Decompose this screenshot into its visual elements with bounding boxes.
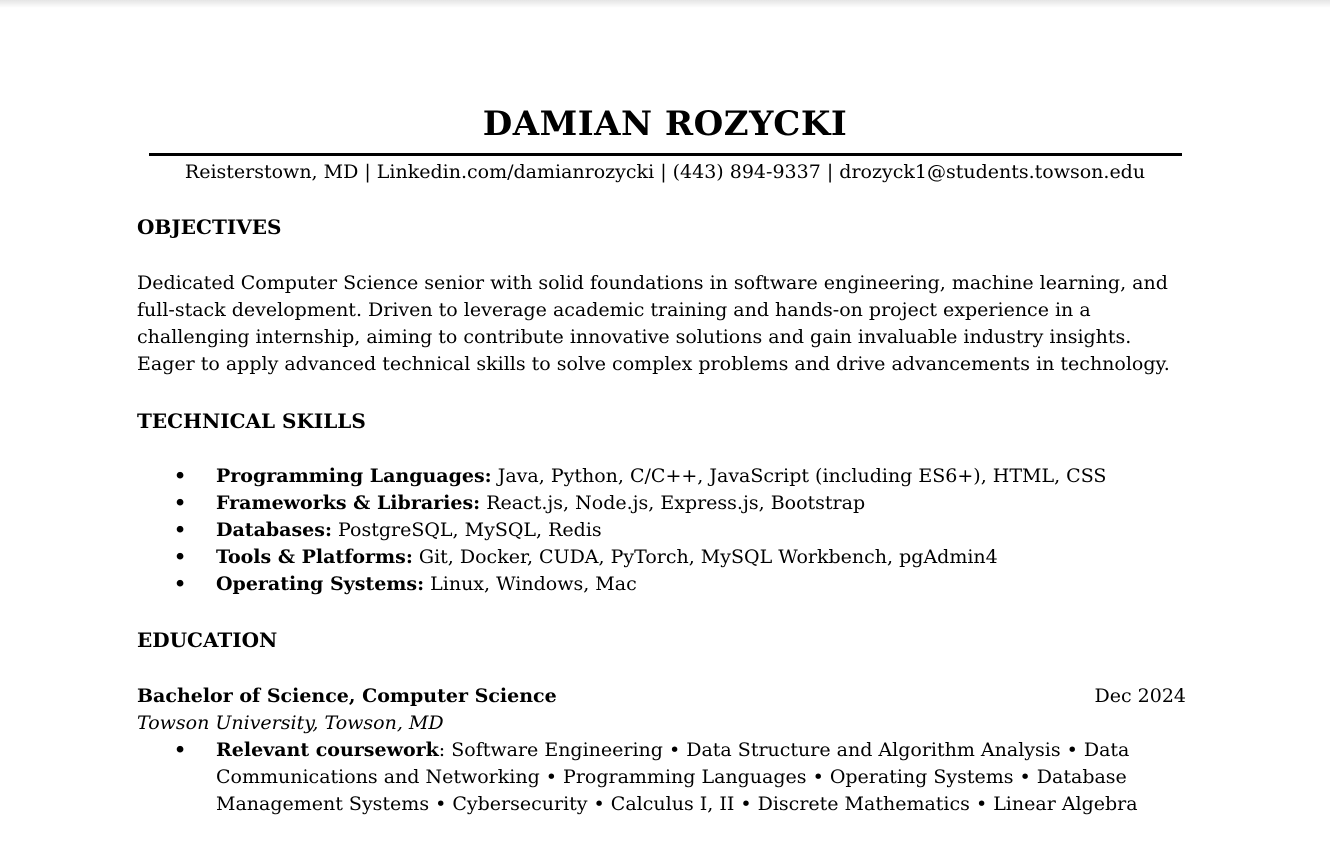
skill-item: • Tools & Platforms: Git, Docker, CUDA, P… bbox=[137, 544, 1106, 571]
graduation-date: Dec 2024 bbox=[1094, 685, 1186, 707]
bullet-icon: • bbox=[174, 465, 187, 487]
header-rule bbox=[149, 153, 1182, 156]
objectives-line: Eager to apply advanced technical skills… bbox=[137, 353, 1170, 375]
skill-value: React.js, Node.js, Express.js, Bootstrap bbox=[480, 492, 866, 514]
coursework-line: Management Systems • Cybersecurity • Cal… bbox=[216, 793, 1138, 815]
objectives-line: Dedicated Computer Science senior with s… bbox=[137, 272, 1168, 294]
skill-value: Java, Python, C/C++, JavaScript (includi… bbox=[491, 465, 1107, 487]
bullet-icon: • bbox=[174, 573, 187, 595]
bullet-icon: • bbox=[174, 492, 187, 514]
skill-value: Linux, Windows, Mac bbox=[424, 573, 637, 595]
bullet-icon: • bbox=[174, 739, 187, 761]
skill-label: Databases: bbox=[216, 519, 332, 541]
coursework-line: Communications and Networking • Programm… bbox=[216, 766, 1127, 788]
skill-label: Frameworks & Libraries: bbox=[216, 492, 481, 514]
bullet-icon: • bbox=[174, 546, 187, 568]
skill-value: PostgreSQL, MySQL, Redis bbox=[331, 519, 602, 541]
skill-item: • Databases: PostgreSQL, MySQL, Redis bbox=[137, 517, 1106, 544]
objectives-heading: OBJECTIVES bbox=[137, 215, 282, 239]
candidate-name: DAMIAN ROZYCKI bbox=[482, 104, 848, 144]
technical-skills-heading: TECHNICAL SKILLS bbox=[137, 409, 366, 433]
skills-list: • Programming Languages: Java, Python, C/… bbox=[137, 463, 1106, 598]
coursework-item: • Relevant coursework: Software Engineer… bbox=[137, 737, 1177, 818]
objectives-line: full-stack development. Driven to levera… bbox=[137, 299, 1091, 321]
skill-value: Git, Docker, CUDA, PyTorch, MySQL Workbe… bbox=[412, 546, 998, 568]
objectives-paragraph: Dedicated Computer Science senior with s… bbox=[137, 270, 1197, 378]
skill-item: • Frameworks & Libraries: React.js, Node.… bbox=[137, 490, 1106, 517]
skill-item: • Programming Languages: Java, Python, C/… bbox=[137, 463, 1106, 490]
school-name: Towson University, Towson, MD bbox=[137, 712, 444, 734]
skill-label: Operating Systems: bbox=[216, 573, 425, 595]
skill-label: Programming Languages: bbox=[216, 465, 492, 487]
education-heading: EDUCATION bbox=[137, 628, 278, 652]
coursework-label: Relevant coursework bbox=[216, 739, 439, 761]
resume-page: DAMIAN ROZYCKI Reisterstown, MD | Linked… bbox=[0, 0, 1330, 846]
bullet-icon: • bbox=[174, 519, 187, 541]
coursework-line: Software Engineering • Data Structure an… bbox=[445, 739, 1130, 761]
degree-title: Bachelor of Science, Computer Science bbox=[137, 685, 557, 707]
objectives-line: challenging internship, aiming to contri… bbox=[137, 326, 1132, 348]
contact-line: Reisterstown, MD | Linkedin.com/damianro… bbox=[184, 161, 1146, 183]
skill-label: Tools & Platforms: bbox=[216, 546, 413, 568]
skill-item: • Operating Systems: Linux, Windows, Mac bbox=[137, 571, 1106, 598]
